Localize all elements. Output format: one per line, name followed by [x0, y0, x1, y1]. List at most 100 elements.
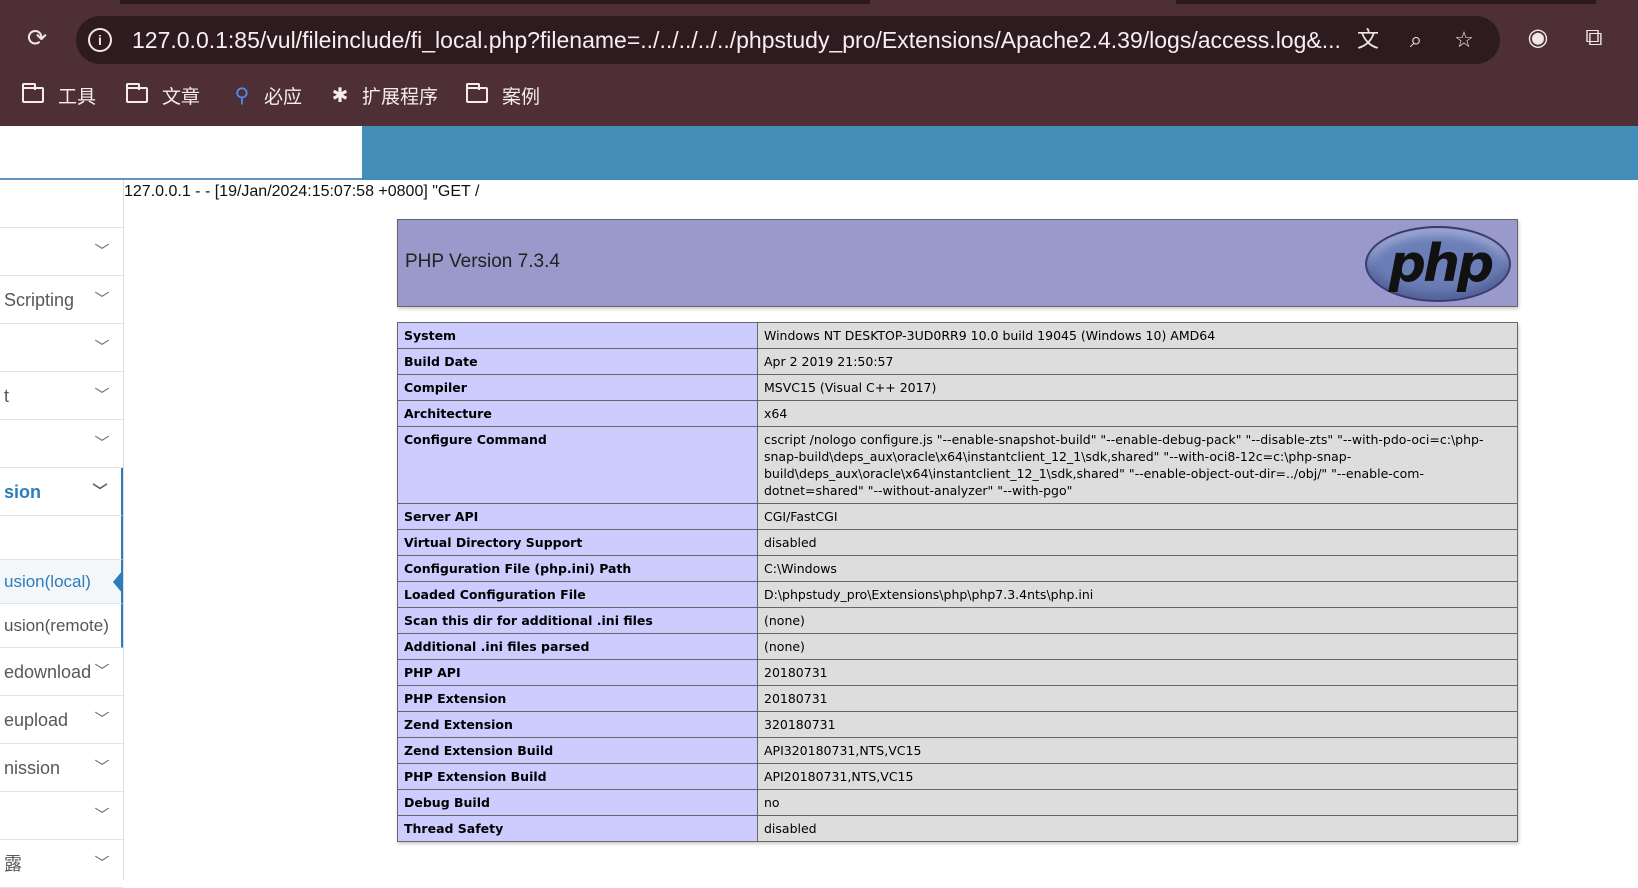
- sidebar-subitem-local[interactable]: usion(local): [0, 560, 123, 604]
- row-value: CGI/FastCGI: [757, 503, 1518, 530]
- phpinfo-header: PHP Version 7.3.4 php: [397, 219, 1518, 307]
- row-name: System: [397, 322, 758, 349]
- navbar: [362, 126, 1638, 180]
- sidebar-item-over-permission[interactable]: nission ﹀: [0, 744, 123, 792]
- php-version-title: PHP Version 7.3.4: [405, 251, 560, 272]
- chevron-down-icon: ﹀: [94, 387, 110, 404]
- translate-icon[interactable]: 文: [1354, 26, 1382, 54]
- row-name: Loaded Configuration File: [397, 581, 758, 608]
- record-icon[interactable]: ◉: [1522, 22, 1554, 54]
- table-row: Configuration File (php.ini) Path C:\Wind…: [397, 555, 1518, 582]
- table-row: Server API CGI/FastCGI: [397, 503, 1518, 530]
- bookmark-tools[interactable]: 工具: [22, 78, 96, 112]
- browser-chrome: ⟳ i 127.0.0.1:85/vul/fileinclude/fi_loca…: [0, 0, 1638, 126]
- url-text[interactable]: 127.0.0.1:85/vul/fileinclude/fi_local.ph…: [132, 26, 1422, 54]
- sidebar-item-info-leak[interactable]: 露 ﹀: [0, 840, 123, 888]
- address-bar[interactable]: i 127.0.0.1:85/vul/fileinclude/fi_local.…: [76, 16, 1500, 64]
- sidebar-item-file-upload[interactable]: eupload ﹀: [0, 696, 123, 744]
- php-logo: php: [1365, 226, 1511, 302]
- row-value: disabled: [757, 815, 1518, 842]
- row-value: API320180731,NTS,VC15: [757, 737, 1518, 764]
- row-value: C:\Windows: [757, 555, 1518, 582]
- row-name: Configure Command: [397, 426, 758, 504]
- sidebar-item[interactable]: ﹀: [0, 324, 123, 372]
- bookmark-extensions[interactable]: ✱ 扩展程序: [326, 78, 438, 112]
- table-row: Virtual Directory Support disabled: [397, 529, 1518, 556]
- sidebar-item[interactable]: [0, 180, 123, 228]
- folder-icon: [22, 83, 44, 103]
- phpinfo-table: System Windows NT DESKTOP-3UD0RR9 10.0 bu…: [397, 322, 1518, 842]
- tab-strip-right[interactable]: [1176, 0, 1596, 4]
- chevron-down-icon: ﹀: [94, 339, 110, 356]
- row-name: PHP Extension: [397, 685, 758, 712]
- row-value: MSVC15 (Visual C++ 2017): [757, 374, 1518, 401]
- table-row: PHP Extension Build API20180731,NTS,VC15: [397, 763, 1518, 790]
- search-icon: ⚲: [234, 84, 250, 107]
- php-logo-text: php: [1388, 234, 1494, 294]
- sidebar-item[interactable]: ﹀: [0, 420, 123, 468]
- row-value: 20180731: [757, 659, 1518, 686]
- chevron-down-icon: ﹀: [94, 663, 110, 680]
- row-value: cscript /nologo configure.js "--enable-s…: [757, 426, 1518, 504]
- row-value: API20180731,NTS,VC15: [757, 763, 1518, 790]
- chevron-down-icon: ﹀: [94, 291, 110, 308]
- table-row: Zend Extension 320180731: [397, 711, 1518, 738]
- sidebar-subitem-remote[interactable]: usion(remote): [0, 604, 123, 648]
- sidebar-subitem[interactable]: [0, 516, 123, 560]
- table-row: Configure Command cscript /nologo configu…: [397, 426, 1518, 504]
- table-row: Architecture x64: [397, 400, 1518, 427]
- table-row: Build Date Apr 2 2019 21:50:57: [397, 348, 1518, 375]
- bookmark-articles[interactable]: 文章: [126, 78, 200, 112]
- bookmark-label: 必应: [264, 86, 303, 108]
- chevron-down-icon: ﹀: [94, 243, 110, 260]
- table-row: Loaded Configuration File D:\phpstudy_pro…: [397, 581, 1518, 608]
- access-log-line: 127.0.0.1 - - [19/Jan/2024:15:07:58 +080…: [124, 183, 480, 200]
- sidebar-item-xss[interactable]: Scripting ﹀: [0, 276, 123, 324]
- row-name: Zend Extension Build: [397, 737, 758, 764]
- table-row: Debug Build no: [397, 789, 1518, 816]
- row-value: x64: [757, 400, 1518, 427]
- row-value: Apr 2 2019 21:50:57: [757, 348, 1518, 375]
- star-icon[interactable]: ☆: [1450, 26, 1478, 54]
- chevron-down-icon: ﹀: [94, 435, 110, 452]
- bookmark-label: 工具: [58, 86, 97, 108]
- zoom-icon[interactable]: ⌕: [1402, 26, 1430, 54]
- bookmark-cases[interactable]: 案例: [466, 78, 540, 112]
- row-value: 320180731: [757, 711, 1518, 738]
- table-row: PHP Extension 20180731: [397, 685, 1518, 712]
- folder-icon: [466, 83, 488, 103]
- sidebar-item[interactable]: ﹀: [0, 228, 123, 276]
- chevron-down-icon: ﹀: [94, 807, 110, 824]
- row-name: PHP API: [397, 659, 758, 686]
- row-name: Compiler: [397, 374, 758, 401]
- sidebar-item-file-download[interactable]: edownload ﹀: [0, 648, 123, 696]
- tab-strip[interactable]: [120, 0, 870, 4]
- row-name: Zend Extension: [397, 711, 758, 738]
- chevron-down-icon: ﹀: [94, 855, 110, 872]
- row-name: Scan this dir for additional .ini files: [397, 607, 758, 634]
- row-value: (none): [757, 633, 1518, 660]
- row-name: PHP Extension Build: [397, 763, 758, 790]
- extensions-icon[interactable]: ⧉: [1578, 22, 1610, 54]
- bookmark-bing[interactable]: ⚲ 必应: [228, 78, 302, 112]
- row-value: (none): [757, 607, 1518, 634]
- info-icon[interactable]: i: [88, 28, 112, 52]
- chevron-down-icon: ﹀: [92, 483, 108, 500]
- table-row: Zend Extension Build API320180731,NTS,VC1…: [397, 737, 1518, 764]
- row-name: Debug Build: [397, 789, 758, 816]
- reload-icon[interactable]: ⟳: [22, 24, 52, 54]
- table-row: System Windows NT DESKTOP-3UD0RR9 10.0 bu…: [397, 322, 1518, 349]
- row-value: disabled: [757, 529, 1518, 556]
- row-name: Additional .ini files parsed: [397, 633, 758, 660]
- table-row: Additional .ini files parsed (none): [397, 633, 1518, 660]
- sidebar-item-file-inclusion[interactable]: sion ﹀: [0, 468, 123, 516]
- row-name: Server API: [397, 503, 758, 530]
- sidebar-item[interactable]: t ﹀: [0, 372, 123, 420]
- table-row: Thread Safety disabled: [397, 815, 1518, 842]
- bookmark-label: 文章: [162, 86, 201, 108]
- row-value: no: [757, 789, 1518, 816]
- sidebar-item[interactable]: ﹀: [0, 792, 123, 840]
- row-name: Thread Safety: [397, 815, 758, 842]
- navbar-brand-area: [0, 126, 362, 180]
- table-row: PHP API 20180731: [397, 659, 1518, 686]
